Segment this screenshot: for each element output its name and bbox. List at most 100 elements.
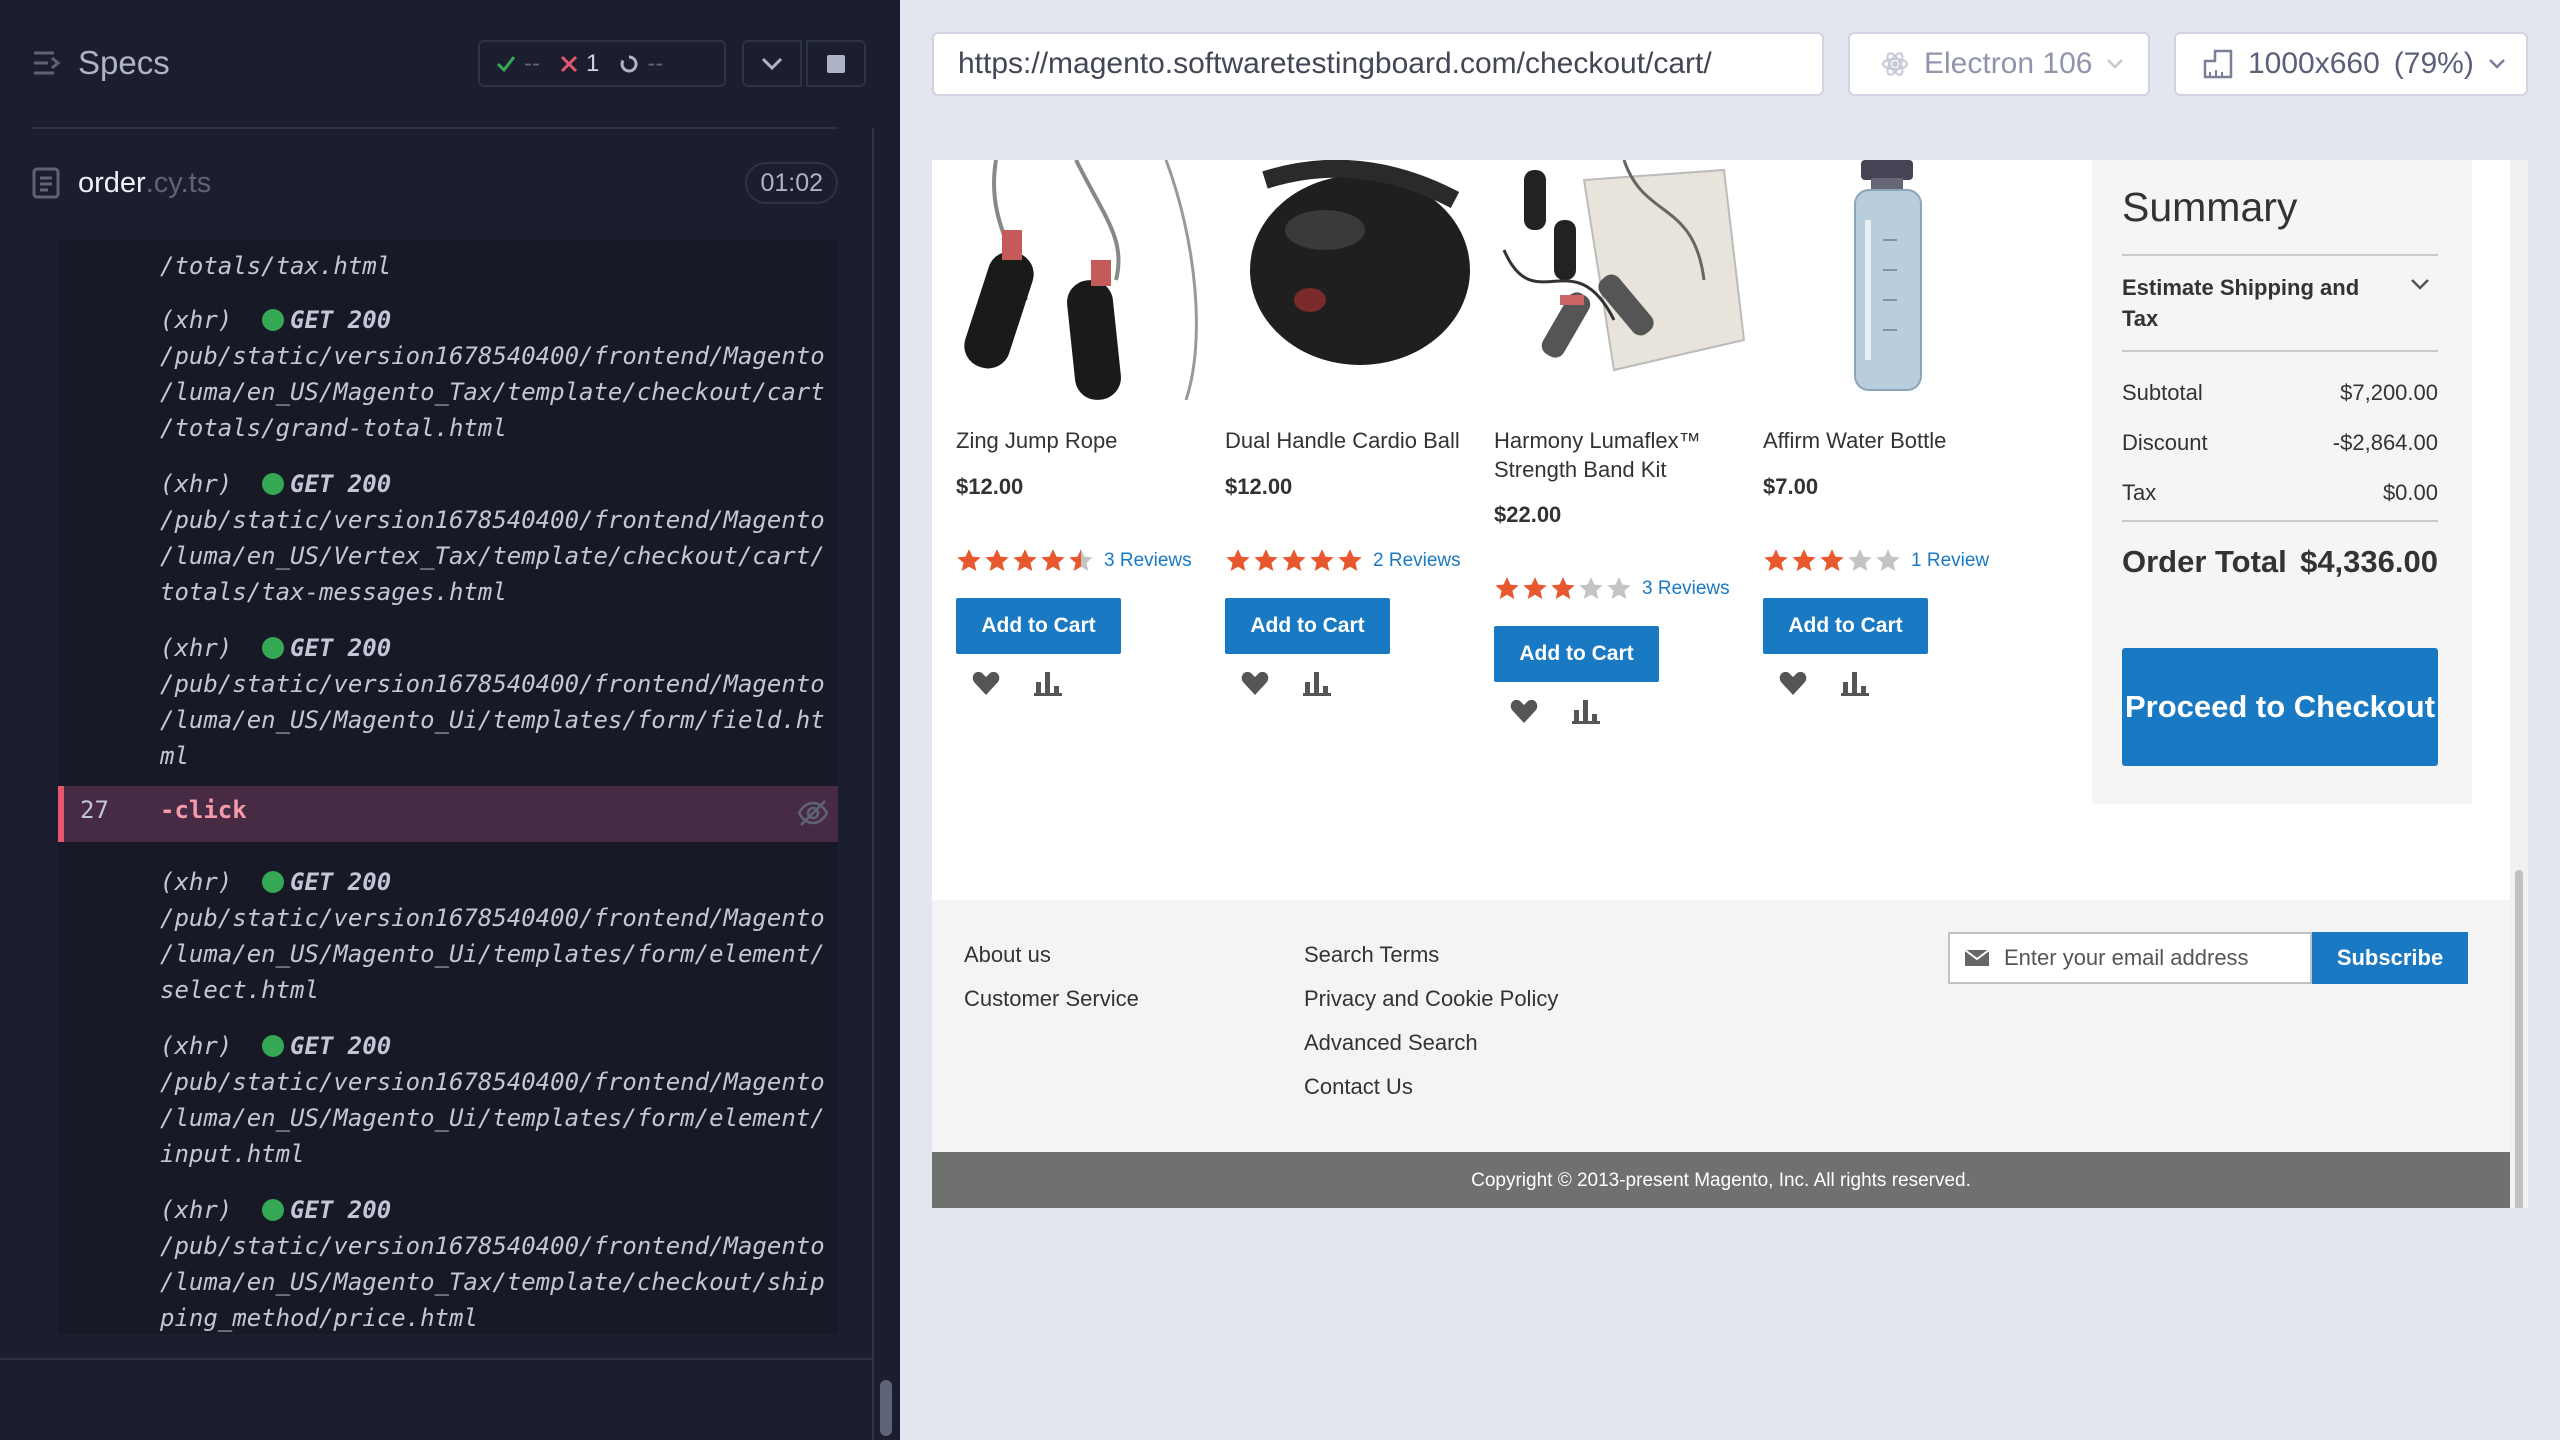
url-bar[interactable]: https://magento.softwaretestingboard.com… <box>932 32 1824 96</box>
chevron-down-icon <box>2107 59 2124 69</box>
success-dot-icon <box>262 1035 284 1057</box>
tax-label: Tax <box>2122 480 2157 505</box>
product-image[interactable] <box>1763 160 2018 400</box>
success-dot-icon <box>262 473 284 495</box>
product-name[interactable]: Harmony Lumaflex™ Strength Band Kit <box>1494 426 1754 484</box>
order-total-label: Order Total <box>2122 544 2287 579</box>
newsletter-email-input[interactable]: Enter your email address <box>1948 932 2312 984</box>
reviews-link[interactable]: 2 Reviews <box>1373 550 1461 572</box>
log-click-command[interactable]: 27 -click <box>58 786 838 842</box>
xhr-status: GET 200 <box>290 1196 392 1224</box>
add-to-cart-button[interactable]: Add to Cart <box>956 598 1121 654</box>
product-price: $22.00 <box>1494 502 1562 527</box>
star-icon <box>1607 577 1631 599</box>
proceed-to-checkout-button[interactable]: Proceed to Checkout <box>2122 648 2438 766</box>
product-rating: 1 Review <box>1763 548 1989 574</box>
compare-icon[interactable] <box>1034 670 1062 696</box>
xhr-label: (xhr) <box>160 1032 233 1060</box>
xhr-label: (xhr) <box>160 634 233 662</box>
product-actions <box>1241 670 1331 696</box>
copyright-bar: Copyright © 2013-present Magento, Inc. A… <box>932 1152 2510 1208</box>
star-icon <box>1523 577 1547 599</box>
chevron-down-icon <box>761 57 783 70</box>
spec-file-row[interactable]: order .cy.ts 01:02 <box>32 160 838 206</box>
cypress-reporter: Specs -- 1 -- order .cy.ts 01:02 /totals… <box>0 0 900 1440</box>
newsletter-placeholder: Enter your email address <box>2004 945 2249 970</box>
reporter-scrollbar[interactable] <box>872 128 900 1440</box>
heart-icon[interactable] <box>1779 670 1807 696</box>
stop-button[interactable] <box>806 40 866 87</box>
footer-link-contact[interactable]: Contact Us <box>1304 1074 1413 1100</box>
pending-icon <box>620 54 638 72</box>
xhr-path-line: /luma/en_US/Magento_Ui/templates/form/el… <box>160 940 825 968</box>
product-rating: 3 Reviews <box>1494 576 1730 602</box>
product-name[interactable]: Zing Jump Rope <box>956 426 1216 455</box>
star-icon <box>1041 549 1065 571</box>
specs-label: Specs <box>78 44 170 81</box>
browser-selector[interactable]: Electron 106 <box>1848 32 2150 96</box>
discount-row: Discount -$2,864.00 <box>2122 430 2438 456</box>
product-image[interactable] <box>1494 160 1749 400</box>
star-icon <box>1820 549 1844 571</box>
heart-icon[interactable] <box>1241 670 1269 696</box>
estimate-shipping-toggle[interactable]: Estimate Shipping and Tax <box>2122 272 2392 334</box>
product-image[interactable] <box>956 160 1211 400</box>
subtotal-label: Subtotal <box>2122 380 2203 405</box>
compare-icon[interactable] <box>1303 670 1331 696</box>
viewport-selector[interactable]: 1000x660 (79%) <box>2174 32 2528 96</box>
log-xhr-entry[interactable]: (xhr) GET 200 /pub/static/version16785404… <box>160 630 830 774</box>
product-actions <box>1779 670 1869 696</box>
add-to-cart-button[interactable]: Add to Cart <box>1225 598 1390 654</box>
star-icon <box>1848 549 1872 571</box>
check-icon <box>496 55 516 72</box>
reviews-link[interactable]: 1 Review <box>1911 550 1989 572</box>
page-scrollbar-thumb[interactable] <box>2515 870 2523 1208</box>
summary-divider <box>2122 350 2438 352</box>
discount-value: -$2,864.00 <box>2332 430 2438 455</box>
xhr-status: GET 200 <box>290 306 392 334</box>
product-image[interactable] <box>1225 160 1480 400</box>
compare-icon[interactable] <box>1841 670 1869 696</box>
log-xhr-entry[interactable]: (xhr) GET 200 /pub/static/version16785404… <box>160 466 830 610</box>
compare-icon[interactable] <box>1572 698 1600 724</box>
reporter-scrollbar-thumb[interactable] <box>880 1380 892 1436</box>
chevron-down-icon[interactable] <box>2410 278 2430 290</box>
failed-stat: 1 <box>560 50 599 78</box>
xhr-label: (xhr) <box>160 1196 233 1224</box>
footer-link-privacy[interactable]: Privacy and Cookie Policy <box>1304 986 1558 1012</box>
log-xhr-entry[interactable]: (xhr) GET 200 /pub/static/version16785404… <box>160 1028 830 1172</box>
specs-button[interactable]: Specs <box>32 44 170 82</box>
heart-icon[interactable] <box>1510 698 1538 724</box>
summary-divider <box>2122 520 2438 522</box>
footer-link-about[interactable]: About us <box>964 942 1051 968</box>
xhr-label: (xhr) <box>160 868 233 896</box>
success-dot-icon <box>262 1199 284 1221</box>
reviews-link[interactable]: 3 Reviews <box>1642 578 1730 600</box>
product-name[interactable]: Dual Handle Cardio Ball <box>1225 426 1485 455</box>
passed-stat: -- <box>496 50 540 78</box>
add-to-cart-button[interactable]: Add to Cart <box>1763 598 1928 654</box>
star-icon <box>1282 549 1306 571</box>
chevron-down-icon <box>2488 59 2505 69</box>
subscribe-button[interactable]: Subscribe <box>2312 932 2468 984</box>
log-partial-line: /totals/tax.html <box>160 252 392 280</box>
footer-link-customer-service[interactable]: Customer Service <box>964 986 1139 1012</box>
subtotal-row: Subtotal $7,200.00 <box>2122 380 2438 406</box>
footer-link-search-terms[interactable]: Search Terms <box>1304 942 1439 968</box>
product-name[interactable]: Affirm Water Bottle <box>1763 426 2023 455</box>
expand-collapse-button[interactable] <box>742 40 802 87</box>
success-dot-icon <box>262 637 284 659</box>
electron-icon <box>1882 52 1908 76</box>
heart-icon[interactable] <box>972 670 1000 696</box>
ruler-icon <box>2203 49 2233 79</box>
log-xhr-entry[interactable]: (xhr) GET 200 /pub/static/version16785404… <box>160 302 830 446</box>
xhr-path-line: /luma/en_US/Magento_Tax/template/checkou… <box>160 1268 825 1296</box>
add-to-cart-button[interactable]: Add to Cart <box>1494 626 1659 682</box>
eye-slash-icon[interactable] <box>796 798 830 828</box>
log-xhr-entry[interactable]: (xhr) GET 200 /pub/static/version16785404… <box>160 1192 830 1334</box>
xhr-status: GET 200 <box>290 868 392 896</box>
footer-link-advanced-search[interactable]: Advanced Search <box>1304 1030 1478 1056</box>
log-xhr-entry[interactable]: (xhr) GET 200 /pub/static/version16785404… <box>160 864 830 1008</box>
star-icon <box>1764 549 1788 571</box>
reviews-link[interactable]: 3 Reviews <box>1104 550 1192 572</box>
